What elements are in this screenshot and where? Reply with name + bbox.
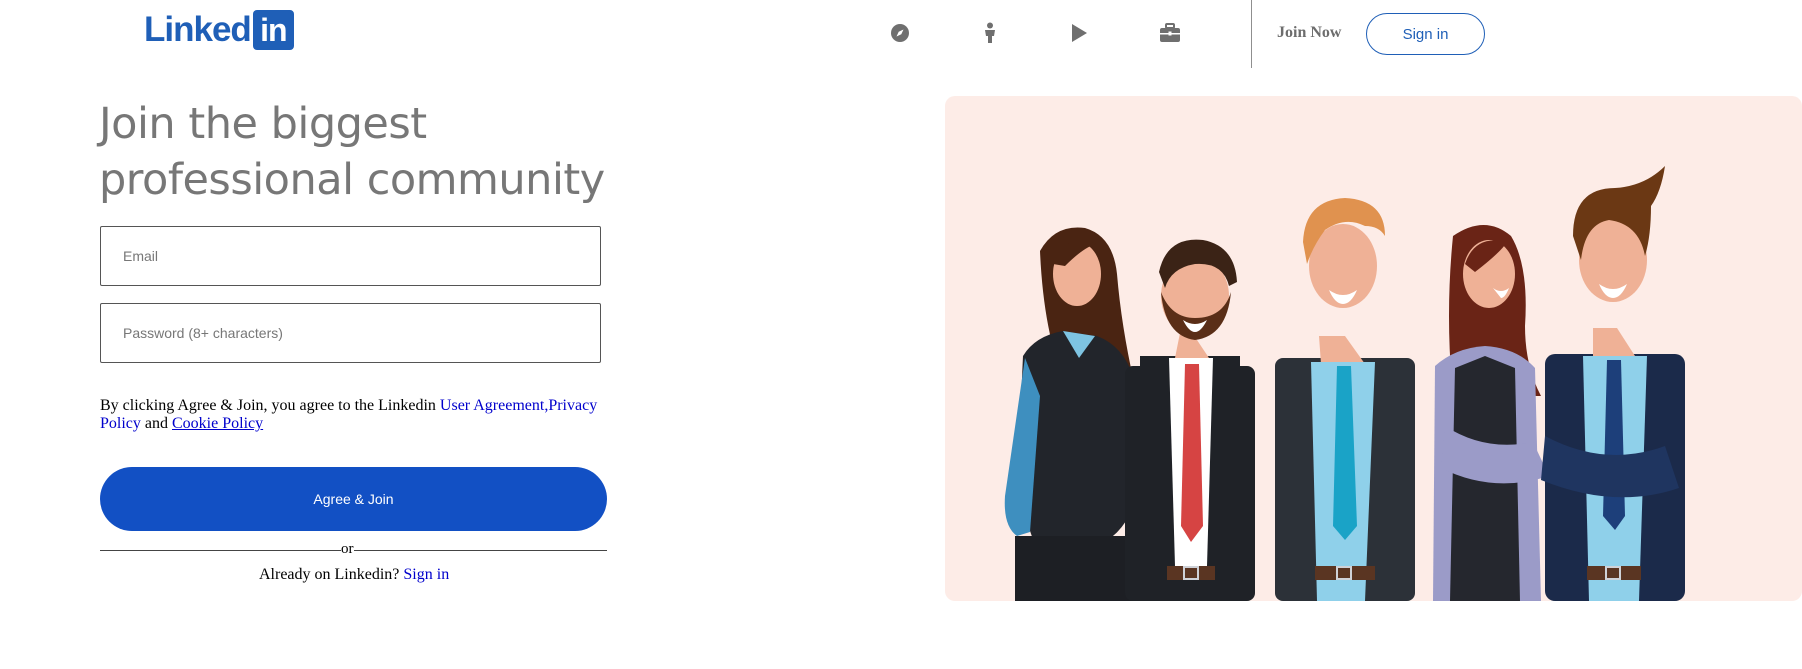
sign-in-link[interactable]: Sign in [403,566,449,583]
logo-in-box: in [252,10,294,50]
password-input[interactable] [101,304,600,362]
person-icon[interactable] [977,20,1003,46]
email-field[interactable] [100,226,601,286]
already-member-text: Already on Linkedin? Sign in [259,566,449,584]
agree-and-join-button[interactable]: Agree & Join [100,467,607,531]
page-title: Join the biggest professional community [99,99,605,205]
header-divider [1251,0,1252,68]
team-illustration-art [1004,166,1685,601]
terms-prefix: By clicking Agree & Join, you agree to t… [100,397,440,414]
or-text: or [341,541,354,557]
linkedin-logo[interactable]: Linked in [144,8,294,52]
briefcase-icon[interactable] [1157,20,1183,46]
compass-icon[interactable] [887,20,913,46]
header-sign-in-button[interactable]: Sign in [1366,13,1485,55]
terms-and: and [140,415,172,432]
cookie-policy-link[interactable]: Cookie Policy [172,415,263,432]
user-agreement-link[interactable]: User Agreement, [440,397,548,414]
password-field[interactable] [100,303,601,363]
already-label: Already on Linkedin? [259,566,404,583]
terms-text: By clicking Agree & Join, you agree to t… [100,397,610,433]
join-now-link[interactable]: Join Now [1277,24,1341,42]
email-input[interactable] [101,227,600,285]
or-divider-line [100,550,607,551]
logo-wordmark: Linked [144,10,252,49]
team-illustration [945,96,1802,601]
play-icon[interactable] [1066,20,1092,46]
